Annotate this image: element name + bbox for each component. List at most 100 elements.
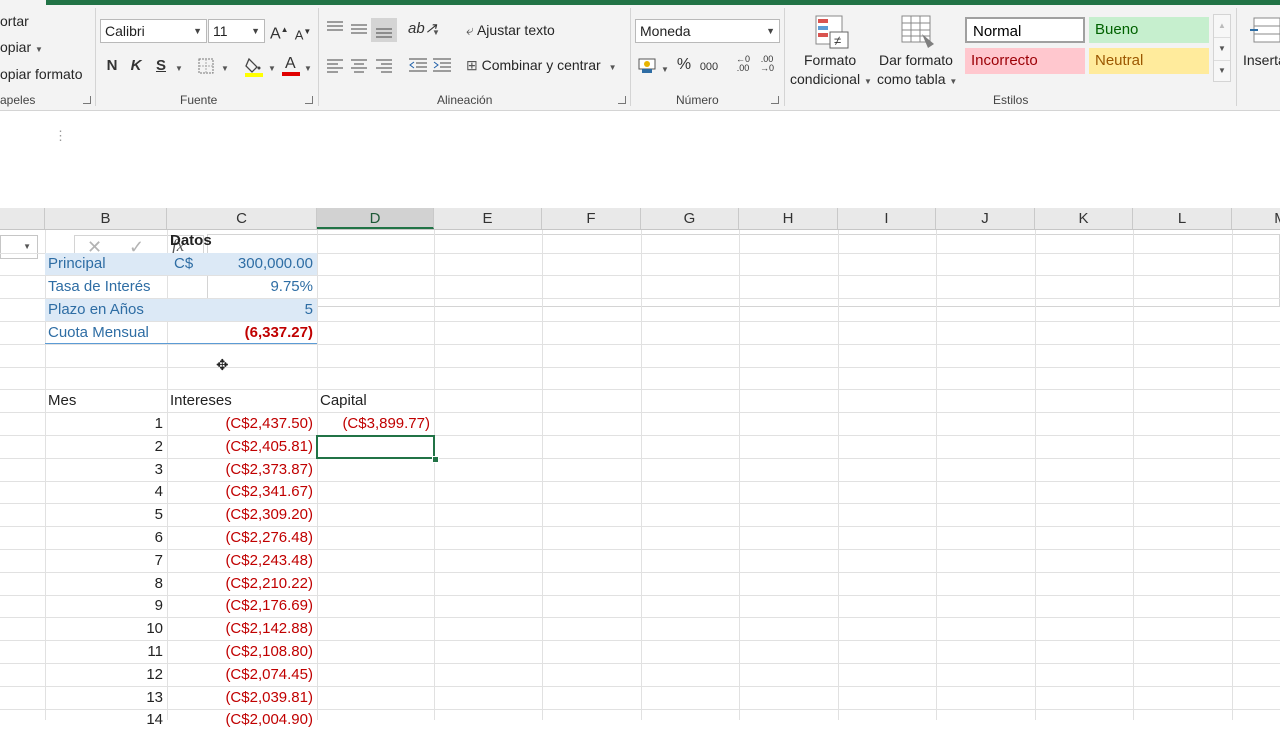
conditional-formatting-icon[interactable]: ≠	[814, 14, 850, 50]
chevron-up-icon[interactable]: ▲	[1214, 15, 1230, 37]
table-row-capital[interactable]	[317, 527, 430, 549]
table-row-month[interactable]: 13	[45, 687, 163, 709]
style-normal[interactable]: Normal	[965, 17, 1085, 43]
style-good[interactable]: Bueno	[1089, 17, 1209, 43]
font-color-dropdown[interactable]: ▼	[302, 58, 314, 78]
italic-button[interactable]: K	[127, 57, 145, 75]
table-row-capital[interactable]: (C$3,899.77)	[317, 413, 430, 435]
table-row-interest[interactable]: (C$2,074.45)	[167, 664, 313, 686]
column-header-H[interactable]: H	[739, 208, 838, 229]
table-row-month[interactable]: 4	[45, 481, 163, 503]
column-header-B[interactable]: B	[45, 208, 167, 229]
table-row-capital[interactable]	[317, 618, 430, 640]
format-painter-button[interactable]: opiar formato	[0, 66, 82, 82]
spreadsheet-grid[interactable]: Datos Principal C$ 300,000.00 Tasa de In…	[0, 230, 1280, 728]
number-format-combo[interactable]: Moneda ▼	[635, 19, 780, 43]
principal-value[interactable]: 300,000.00	[167, 253, 313, 275]
align-left-button[interactable]	[326, 57, 344, 78]
data-header[interactable]: Datos	[170, 230, 212, 252]
table-row-interest[interactable]: (C$2,142.88)	[167, 618, 313, 640]
table-row-capital[interactable]	[317, 481, 430, 503]
decrease-indent-button[interactable]	[408, 57, 428, 78]
font-size-combo[interactable]: 11 ▼	[208, 19, 265, 43]
table-row-interest[interactable]: (C$2,437.50)	[167, 413, 313, 435]
font-name-combo[interactable]: Calibri ▼	[100, 19, 207, 43]
fill-handle[interactable]	[432, 456, 439, 463]
increase-decimal-button[interactable]: ←0.00	[733, 55, 753, 73]
chevron-down-icon[interactable]: ▼	[251, 20, 260, 42]
table-row-interest[interactable]: (C$2,276.48)	[167, 527, 313, 549]
format-table-label-1[interactable]: Dar formato	[879, 52, 953, 68]
capital-header[interactable]: Capital	[320, 390, 367, 412]
chevron-down-icon[interactable]: ▼	[766, 20, 775, 42]
payment-value[interactable]: (6,337.27)	[167, 322, 313, 344]
interest-header[interactable]: Intereses	[170, 390, 232, 412]
copy-button[interactable]: opiar ▼	[0, 39, 43, 55]
table-row-capital[interactable]	[317, 595, 430, 617]
column-header-L[interactable]: L	[1133, 208, 1232, 229]
payment-label[interactable]: Cuota Mensual	[48, 322, 149, 344]
accounting-format-button[interactable]	[637, 56, 659, 79]
table-row-capital[interactable]	[317, 504, 430, 526]
percent-button[interactable]: %	[675, 56, 693, 74]
table-row-interest[interactable]: (C$2,210.22)	[167, 573, 313, 595]
table-row-month[interactable]: 12	[45, 664, 163, 686]
increase-indent-button[interactable]	[432, 57, 452, 78]
format-table-button[interactable]: como tabla ▼	[877, 71, 957, 87]
table-row-month[interactable]: 2	[45, 436, 163, 458]
column-header-I[interactable]: I	[838, 208, 936, 229]
principal-label[interactable]: Principal	[48, 253, 106, 275]
table-row-capital[interactable]	[317, 687, 430, 709]
decrease-decimal-button[interactable]: .00 →0	[757, 55, 777, 73]
column-header-A-partial[interactable]	[0, 208, 45, 229]
table-row-interest[interactable]: (C$2,405.81)	[167, 436, 313, 458]
table-row-month[interactable]: 6	[45, 527, 163, 549]
table-row-interest[interactable]: (C$2,341.67)	[167, 481, 313, 503]
alignment-launcher-icon[interactable]	[618, 96, 626, 104]
wrap-text-button[interactable]: ⤶ Ajustar texto	[466, 22, 555, 39]
table-row-interest[interactable]: (C$2,373.87)	[167, 459, 313, 481]
month-header[interactable]: Mes	[48, 390, 76, 412]
formula-bar-grip-icon[interactable]: ⋮	[54, 128, 67, 144]
style-neutral[interactable]: Neutral	[1089, 48, 1209, 74]
column-header-J[interactable]: J	[936, 208, 1035, 229]
table-row-interest[interactable]: (C$2,108.80)	[167, 641, 313, 663]
table-row-capital[interactable]	[317, 550, 430, 572]
align-top-button[interactable]	[326, 20, 344, 41]
align-right-button[interactable]	[375, 57, 393, 78]
table-row-month[interactable]: 9	[45, 595, 163, 617]
borders-dropdown[interactable]: ▼	[219, 58, 231, 78]
font-launcher-icon[interactable]	[305, 96, 313, 104]
column-header-D[interactable]: D	[317, 208, 434, 229]
table-row-capital[interactable]	[317, 573, 430, 595]
column-header-M[interactable]: M	[1232, 208, 1280, 229]
insert-button[interactable]: Insertar	[1243, 52, 1280, 68]
align-center-button[interactable]	[350, 57, 368, 78]
column-header-F[interactable]: F	[542, 208, 641, 229]
table-row-month[interactable]: 8	[45, 573, 163, 595]
align-middle-button[interactable]	[350, 20, 368, 41]
column-header-E[interactable]: E	[434, 208, 542, 229]
chevron-down-icon[interactable]: ▼	[35, 45, 43, 54]
underline-button[interactable]: S	[152, 57, 170, 75]
chevron-down-icon[interactable]: ▼	[193, 20, 202, 42]
table-row-month[interactable]: 3	[45, 459, 163, 481]
align-bottom-button[interactable]	[371, 18, 397, 42]
table-row-capital[interactable]	[317, 641, 430, 663]
column-header-G[interactable]: G	[641, 208, 739, 229]
conditional-format-label-1[interactable]: Formato	[804, 52, 856, 68]
table-row-capital[interactable]	[317, 664, 430, 686]
table-row-month[interactable]: 14	[45, 709, 163, 731]
comma-style-button[interactable]: 000	[698, 58, 720, 76]
table-row-interest[interactable]: (C$2,004.90)	[167, 709, 313, 731]
table-row-interest[interactable]: (C$2,176.69)	[167, 595, 313, 617]
gallery-more-icon[interactable]: ▼	[1214, 60, 1230, 81]
table-row-interest[interactable]: (C$2,309.20)	[167, 504, 313, 526]
grow-font-button[interactable]: A▲	[270, 21, 289, 43]
term-value[interactable]: 5	[167, 299, 313, 321]
orientation-dropdown[interactable]: ▼	[431, 22, 441, 42]
rate-label[interactable]: Tasa de Interés	[48, 276, 151, 298]
clipboard-launcher-icon[interactable]	[83, 96, 91, 104]
cut-button[interactable]: ortar	[0, 13, 29, 29]
bold-button[interactable]: N	[103, 57, 121, 75]
